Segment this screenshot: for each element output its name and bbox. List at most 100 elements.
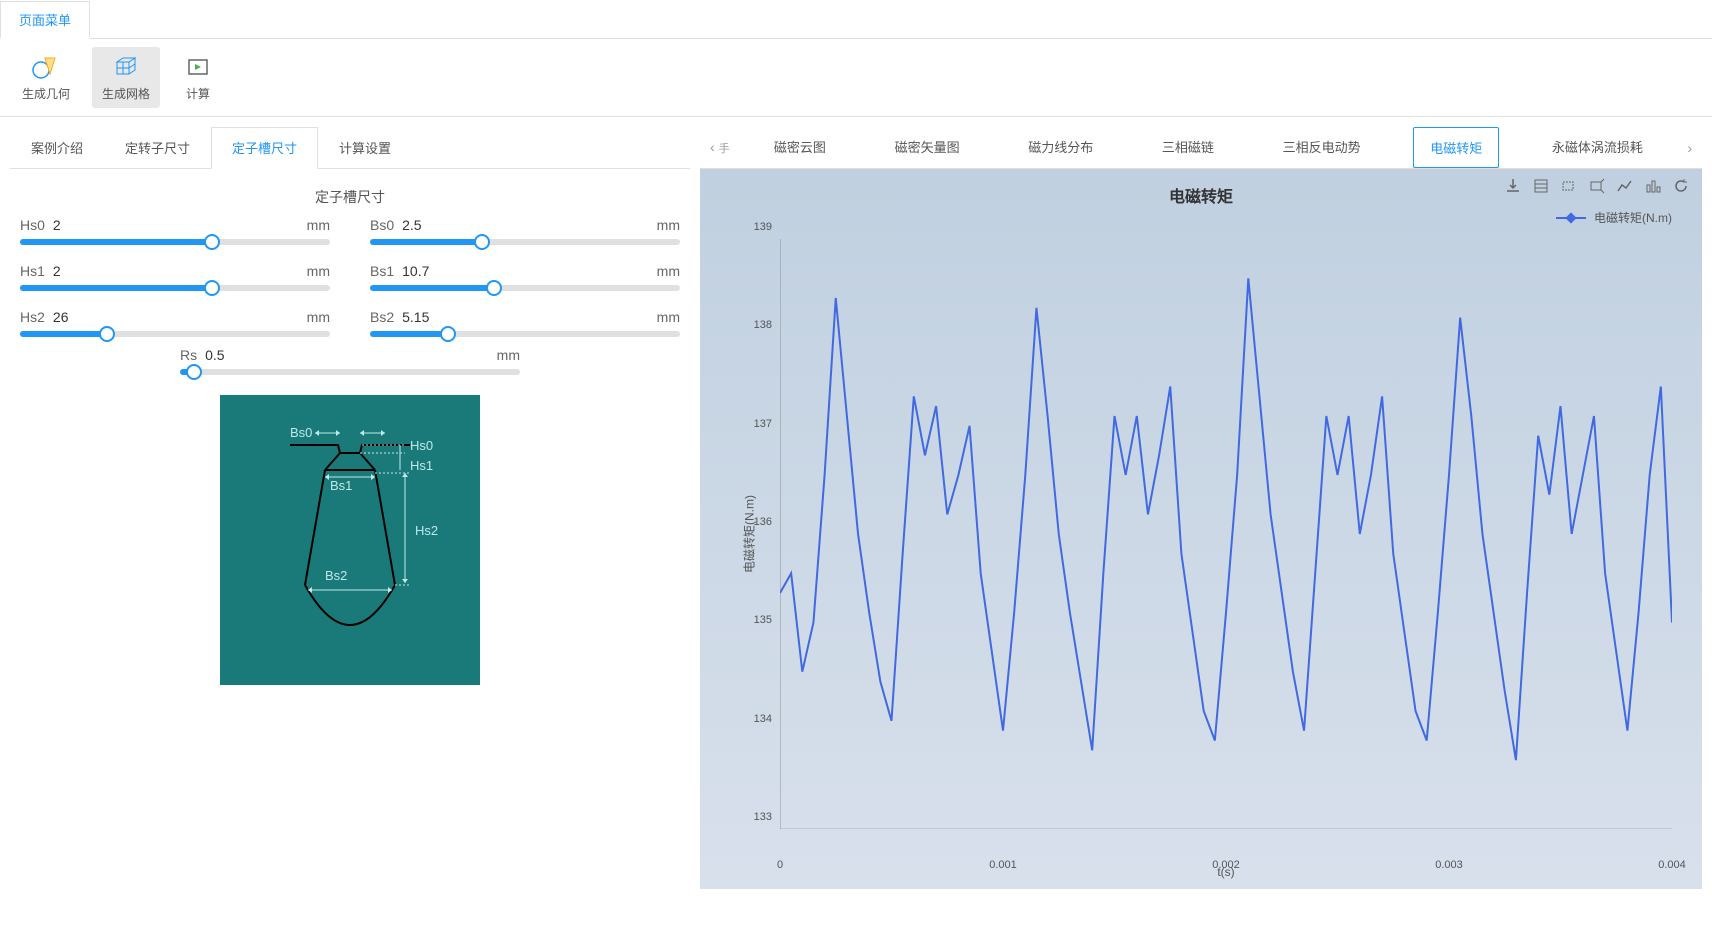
slider-unit: mm <box>657 309 680 325</box>
x-tick: 0 <box>777 859 783 871</box>
chart-legend[interactable]: 电磁转矩(N.m) <box>1556 209 1672 226</box>
slider-track[interactable] <box>20 331 330 337</box>
tab-1[interactable]: 定转子尺寸 <box>104 127 211 168</box>
chart-tab-5[interactable]: 电磁转矩 <box>1413 127 1499 168</box>
diag-hs0-label: Hs0 <box>410 438 433 453</box>
slider-value: 26 <box>53 309 307 325</box>
slider-unit: mm <box>497 347 520 363</box>
slider-unit: mm <box>657 263 680 279</box>
slider-unit: mm <box>307 217 330 233</box>
slider-thumb[interactable] <box>474 234 490 250</box>
slider-unit: mm <box>307 309 330 325</box>
slot-diagram: Bs0 Hs0 Hs1 Bs1 Hs2 Bs2 <box>220 395 480 685</box>
diag-hs2-label: Hs2 <box>415 523 438 538</box>
section-title: 定子槽尺寸 <box>10 169 690 217</box>
data-view-icon[interactable] <box>1532 177 1550 195</box>
slider-Bs0: Bs0 2.5 mm <box>370 217 680 245</box>
slider-value: 5.15 <box>402 309 657 325</box>
plot-svg <box>780 239 1672 829</box>
slider-thumb[interactable] <box>204 234 220 250</box>
compute-button[interactable]: 计算 <box>172 47 224 108</box>
slider-track[interactable] <box>20 239 330 245</box>
chart-toolbar <box>1504 177 1690 195</box>
y-tick: 138 <box>754 319 772 331</box>
zoom-reset-icon[interactable] <box>1588 177 1606 195</box>
zoom-icon[interactable] <box>1560 177 1578 195</box>
left-tabs: 案例介绍定转子尺寸定子槽尺寸计算设置 <box>10 127 690 169</box>
diag-bs0-label: Bs0 <box>290 425 312 440</box>
main-content: 案例介绍定转子尺寸定子槽尺寸计算设置 定子槽尺寸 Hs0 2 mm Bs0 2.… <box>0 117 1712 899</box>
slider-unit: mm <box>307 263 330 279</box>
toolbar: 生成几何 生成网格 计算 <box>0 39 1712 117</box>
page-menu-tab[interactable]: 页面菜单 <box>0 1 90 39</box>
slider-track[interactable] <box>370 239 680 245</box>
slider-value: 0.5 <box>205 347 497 363</box>
slider-Bs2: Bs2 5.15 mm <box>370 309 680 337</box>
y-tick: 139 <box>754 221 772 233</box>
slider-thumb[interactable] <box>186 364 202 380</box>
chart-tab-2[interactable]: 磁力线分布 <box>1012 127 1109 168</box>
chart-area: 电磁转矩 电磁转矩(N.m) 电磁转矩(N.m) 133134135136137… <box>700 169 1702 889</box>
slider-thumb[interactable] <box>99 326 115 342</box>
bar-chart-icon[interactable] <box>1644 177 1662 195</box>
gen-geometry-button[interactable]: 生成几何 <box>12 47 80 108</box>
slider-thumb[interactable] <box>486 280 502 296</box>
chart-tab-0[interactable]: 磁密云图 <box>758 127 842 168</box>
slider-track[interactable] <box>20 285 330 291</box>
slider-Hs1: Hs1 2 mm <box>20 263 330 291</box>
gen-mesh-button[interactable]: 生成网格 <box>92 47 160 108</box>
sliders-grid: Hs0 2 mm Bs0 2.5 mm Hs1 2 mm Bs1 <box>10 217 690 347</box>
slider-label: Hs1 <box>20 263 45 279</box>
slider-track[interactable] <box>370 285 680 291</box>
slider-label: Hs2 <box>20 309 45 325</box>
chart-tab-3[interactable]: 三相磁链 <box>1146 127 1230 168</box>
plot-area[interactable]: 电磁转矩(N.m) 133134135136137138139 00.0010.… <box>780 239 1672 829</box>
line-chart-icon[interactable] <box>1616 177 1634 195</box>
slider-value: 2 <box>53 263 307 279</box>
tab-2[interactable]: 定子槽尺寸 <box>211 127 318 169</box>
slider-Hs2: Hs2 26 mm <box>20 309 330 337</box>
left-panel: 案例介绍定转子尺寸定子槽尺寸计算设置 定子槽尺寸 Hs0 2 mm Bs0 2.… <box>10 127 690 889</box>
top-bar: 页面菜单 <box>0 0 1712 39</box>
compute-icon <box>182 53 214 81</box>
tabs-prev-arrow[interactable]: ‹ 手 <box>700 131 740 164</box>
slider-Bs1: Bs1 10.7 mm <box>370 263 680 291</box>
chart-tab-1[interactable]: 磁密矢量图 <box>879 127 976 168</box>
compute-label: 计算 <box>186 85 210 102</box>
slider-Rs: Rs 0.5 mm <box>180 347 520 375</box>
slider-value: 2.5 <box>402 217 657 233</box>
diag-bs1-label: Bs1 <box>330 478 352 493</box>
y-tick: 136 <box>754 516 772 528</box>
download-icon[interactable] <box>1504 177 1522 195</box>
y-tick: 134 <box>754 713 772 725</box>
y-tick: 137 <box>754 418 772 430</box>
slider-thumb[interactable] <box>204 280 220 296</box>
tab-0[interactable]: 案例介绍 <box>10 127 104 168</box>
diag-hs1-label: Hs1 <box>410 458 433 473</box>
refresh-icon[interactable] <box>1672 177 1690 195</box>
slider-track[interactable] <box>180 369 520 375</box>
slider-label: Bs2 <box>370 309 394 325</box>
x-tick: 0.004 <box>1658 859 1686 871</box>
y-tick: 133 <box>754 811 772 823</box>
slider-value: 10.7 <box>402 263 657 279</box>
x-axis-label: t(s) <box>1217 865 1234 879</box>
slider-label: Bs0 <box>370 217 394 233</box>
chart-tab-6[interactable]: 永磁体涡流损耗 <box>1536 127 1659 168</box>
geometry-icon <box>30 53 62 81</box>
legend-marker <box>1556 217 1586 219</box>
mesh-icon <box>110 53 142 81</box>
slider-value: 2 <box>53 217 307 233</box>
slider-label: Bs1 <box>370 263 394 279</box>
gen-geometry-label: 生成几何 <box>22 85 70 102</box>
tab-3[interactable]: 计算设置 <box>318 127 412 168</box>
chart-tabs: ‹ 手 磁密云图磁密矢量图磁力线分布三相磁链三相反电动势电磁转矩永磁体涡流损耗 … <box>700 127 1702 169</box>
x-tick: 0.001 <box>989 859 1017 871</box>
chart-tab-4[interactable]: 三相反电动势 <box>1267 127 1377 168</box>
slider-unit: mm <box>657 217 680 233</box>
slider-thumb[interactable] <box>440 326 456 342</box>
slider-Hs0: Hs0 2 mm <box>20 217 330 245</box>
tabs-next-arrow[interactable]: › <box>1677 132 1702 164</box>
slider-track[interactable] <box>370 331 680 337</box>
diag-bs2-label: Bs2 <box>325 568 347 583</box>
